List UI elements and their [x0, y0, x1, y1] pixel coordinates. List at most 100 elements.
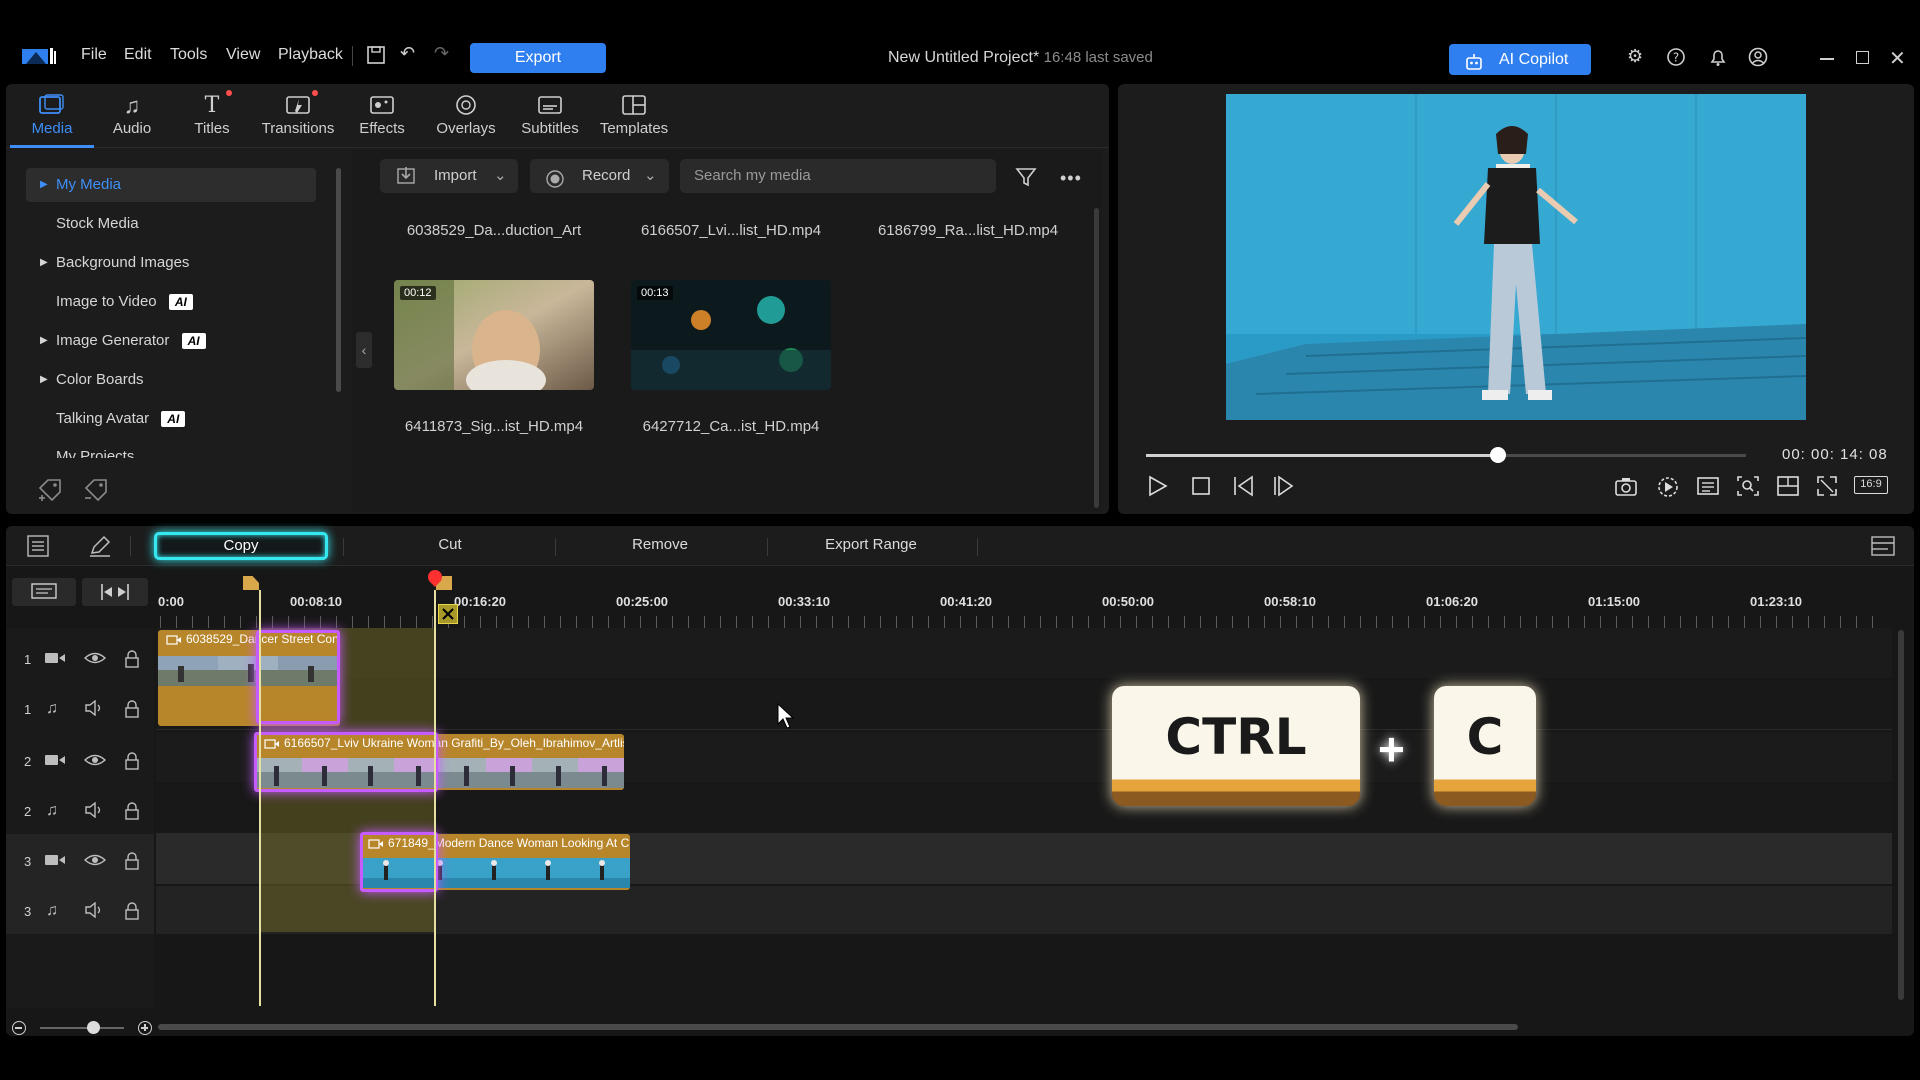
lock-icon[interactable]	[124, 902, 140, 925]
account-icon[interactable]	[1748, 47, 1768, 71]
save-icon[interactable]	[366, 45, 386, 70]
media-file-name[interactable]: 6186799_Ra...list_HD.mp4	[868, 222, 1068, 239]
range-close-icon[interactable]	[438, 604, 458, 624]
filter-icon[interactable]	[1015, 166, 1037, 192]
previous-frame-icon[interactable]	[1232, 475, 1256, 503]
edit-pen-icon[interactable]	[88, 534, 112, 562]
tree-scrollbar[interactable]	[336, 168, 341, 392]
eye-visibility-icon[interactable]	[83, 852, 107, 873]
settings-gear-icon[interactable]: ⚙	[1627, 46, 1643, 67]
tab-effects[interactable]: Effects	[340, 84, 424, 148]
media-file-name[interactable]: 6038529_Da...duction_Art	[394, 222, 594, 239]
zoom-out-icon[interactable]	[12, 1021, 26, 1035]
ruler-label: 00:58:10	[1264, 594, 1317, 609]
record-button[interactable]: Record ⌄	[530, 159, 669, 193]
speaker-volume-icon[interactable]	[84, 801, 106, 823]
aspect-ratio-button[interactable]: 16:9	[1854, 476, 1888, 494]
more-options-icon[interactable]: •••	[1060, 168, 1082, 189]
library-tree: ▶ My Media Stock Media ▶ Background Imag…	[6, 150, 350, 470]
import-button[interactable]: Import ⌄	[380, 159, 518, 193]
speaker-volume-icon[interactable]	[84, 699, 106, 721]
svg-text:?: ?	[1673, 51, 1679, 65]
tree-item-background-images[interactable]: ▶ Background Images	[26, 246, 316, 280]
tree-item-color-boards[interactable]: ▶ Color Boards	[26, 363, 316, 397]
lock-icon[interactable]	[124, 650, 140, 673]
tab-titles[interactable]: T Titles	[170, 84, 254, 148]
import-icon	[396, 159, 416, 206]
menu-view[interactable]: View	[226, 46, 260, 64]
menu-tools[interactable]: Tools	[170, 46, 207, 64]
remove-tag-icon[interactable]	[82, 476, 110, 506]
tab-media[interactable]: Media	[10, 84, 94, 148]
close-icon[interactable]: ✕	[1889, 46, 1906, 71]
fit-timeline-button[interactable]	[82, 578, 148, 606]
tree-item-image-to-video[interactable]: Image to Video AI	[26, 285, 316, 319]
timeline-zoom-slider[interactable]	[40, 1027, 124, 1029]
tab-audio[interactable]: ♫ Audio	[90, 84, 174, 148]
tab-transitions[interactable]: Transitions	[256, 84, 340, 148]
zoom-in-icon[interactable]	[138, 1021, 152, 1035]
next-frame-icon[interactable]	[1272, 475, 1296, 503]
playback-quality-icon[interactable]	[1656, 475, 1680, 505]
snapshot-camera-icon[interactable]	[1614, 475, 1638, 503]
play-icon[interactable]	[1146, 475, 1168, 503]
media-thumbnail[interactable]: 00:13	[631, 280, 831, 390]
collapse-panel-button[interactable]: ‹	[356, 332, 372, 368]
help-icon[interactable]: ?	[1666, 47, 1686, 71]
undo-icon[interactable]: ↶	[400, 43, 415, 64]
tree-item-image-generator[interactable]: ▶ Image Generator AI	[26, 324, 316, 358]
lock-icon[interactable]	[124, 752, 140, 775]
restore-icon[interactable]	[1856, 51, 1869, 64]
redo-icon[interactable]: ↷	[434, 43, 449, 64]
eye-visibility-icon[interactable]	[83, 752, 107, 773]
timeline-settings-icon[interactable]	[26, 534, 50, 562]
stop-icon[interactable]	[1190, 475, 1212, 503]
add-tag-icon[interactable]	[36, 476, 64, 506]
media-file-name[interactable]: 6427712_Ca...ist_HD.mp4	[631, 418, 831, 435]
lock-icon[interactable]	[124, 852, 140, 875]
track-manager-button[interactable]	[12, 578, 76, 606]
room-tabs: Media ♫ Audio T Titles Transitions Effec…	[6, 84, 1109, 148]
remove-button[interactable]: Remove	[610, 536, 710, 553]
tab-effects-label: Effects	[359, 120, 405, 137]
cut-button[interactable]: Cut	[400, 536, 500, 553]
timeline-zoom-handle[interactable]	[87, 1021, 100, 1034]
search-media-input[interactable]: Search my media	[680, 159, 996, 193]
notification-bell-icon[interactable]	[1708, 47, 1728, 71]
menu-file[interactable]: File	[81, 46, 107, 64]
lock-icon[interactable]	[124, 700, 140, 723]
tab-templates[interactable]: Templates	[592, 84, 676, 148]
tree-item-my-projects[interactable]: My Projects	[26, 438, 316, 458]
zoom-preview-icon[interactable]	[1736, 475, 1760, 503]
ai-copilot-button[interactable]: AI Copilot	[1449, 44, 1591, 75]
copy-button[interactable]: Copy	[154, 532, 328, 560]
minimize-icon[interactable]	[1820, 58, 1834, 60]
preview-scrubber-handle[interactable]	[1490, 447, 1506, 463]
tab-titles-label: Titles	[194, 120, 230, 137]
tree-item-stock-media[interactable]: Stock Media	[26, 207, 316, 241]
video-camera-icon	[44, 752, 66, 773]
subtitle-list-icon[interactable]	[1696, 475, 1720, 503]
media-thumbnail[interactable]: 00:12	[394, 280, 594, 390]
tree-item-talking-avatar[interactable]: Talking Avatar AI	[26, 402, 316, 436]
preview-frame-image	[1226, 94, 1806, 420]
timeline-layout-icon[interactable]	[1870, 534, 1896, 562]
media-scrollbar[interactable]	[1094, 208, 1099, 508]
timeline-vertical-scrollbar[interactable]	[1898, 630, 1904, 1000]
eye-visibility-icon[interactable]	[83, 650, 107, 671]
media-file-name[interactable]: 6411873_Sig...ist_HD.mp4	[394, 418, 594, 435]
export-button[interactable]: Export	[470, 43, 606, 73]
lock-icon[interactable]	[124, 802, 140, 825]
music-note-icon: ♫	[46, 902, 58, 919]
tab-subtitles[interactable]: Subtitles	[508, 84, 592, 148]
speaker-volume-icon[interactable]	[84, 901, 106, 923]
export-range-button[interactable]: Export Range	[806, 536, 936, 553]
tree-item-my-media[interactable]: ▶ My Media	[26, 168, 316, 202]
grid-layout-icon[interactable]	[1776, 475, 1800, 503]
media-file-name[interactable]: 6166507_Lvi...list_HD.mp4	[631, 222, 831, 239]
menu-playback[interactable]: Playback	[278, 46, 343, 64]
timeline-horizontal-scrollbar[interactable]	[158, 1024, 1518, 1030]
menu-edit[interactable]: Edit	[124, 46, 152, 64]
tab-overlays[interactable]: Overlays	[424, 84, 508, 148]
fullscreen-icon[interactable]	[1816, 475, 1838, 503]
